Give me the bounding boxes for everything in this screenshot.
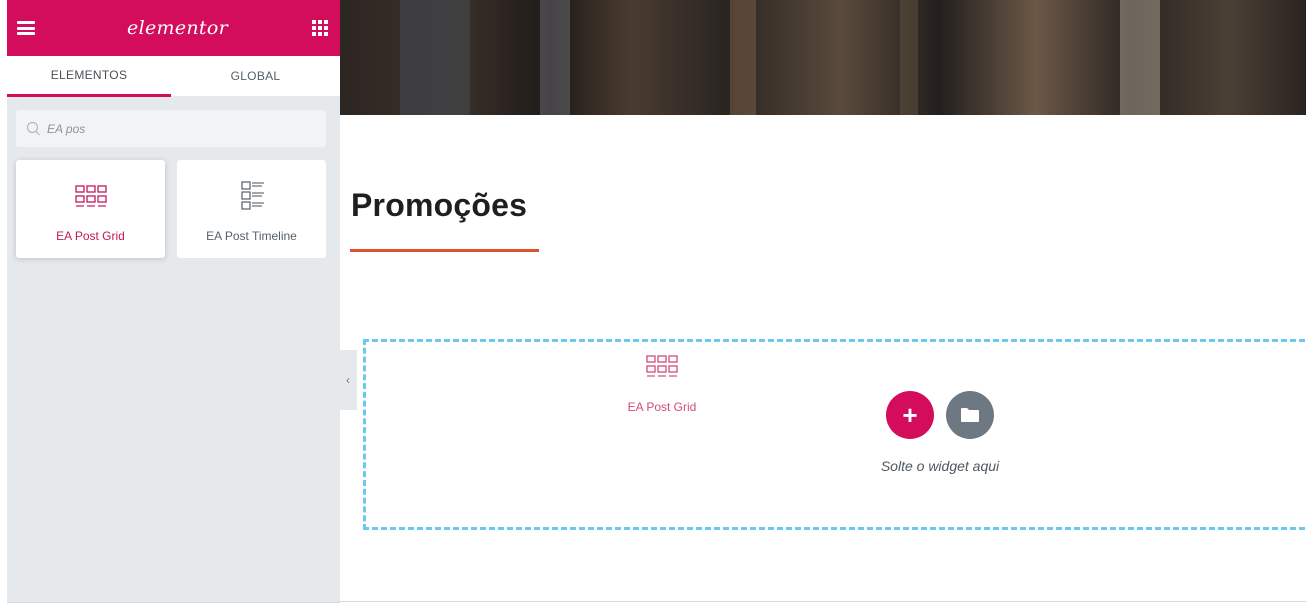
tab-global[interactable]: GLOBAL	[171, 56, 340, 97]
drop-zone[interactable]	[363, 339, 1306, 530]
canvas-bottom-border	[340, 601, 1306, 602]
drag-preview-label: EA Post Grid	[627, 400, 697, 414]
menu-icon[interactable]	[17, 21, 35, 35]
panel-header: elementor	[7, 0, 340, 56]
chevron-left-icon: ‹	[346, 373, 350, 387]
widgets-grid-icon[interactable]	[311, 20, 328, 36]
add-section-button[interactable]: +	[886, 391, 934, 439]
dragged-widget-preview: EA Post Grid	[588, 340, 736, 434]
hero-image	[340, 0, 1306, 115]
widget-ea-post-grid[interactable]: EA Post Grid	[16, 160, 165, 258]
search-input[interactable]	[47, 121, 307, 136]
folder-icon	[961, 408, 979, 422]
plus-icon: +	[902, 400, 918, 430]
widget-ea-post-timeline[interactable]: EA Post Timeline	[177, 160, 326, 258]
panel-tabs: ELEMENTOS GLOBAL	[7, 56, 340, 97]
search-box	[16, 110, 326, 147]
heading-underline	[350, 249, 539, 252]
tab-elementos[interactable]: ELEMENTOS	[7, 56, 171, 97]
post-grid-icon	[74, 179, 108, 213]
elementor-logo: elementor	[127, 17, 228, 39]
collapse-panel-handle[interactable]: ‹	[339, 350, 357, 410]
post-grid-icon	[645, 353, 679, 388]
drop-zone-text: Solte o widget aqui	[880, 458, 1000, 474]
widget-label: EA Post Timeline	[206, 229, 297, 243]
page-heading: Promoções	[351, 187, 528, 223]
post-timeline-icon	[235, 179, 269, 213]
elementor-panel: elementor ELEMENTOS GLOBAL EA Post Grid	[7, 0, 340, 603]
add-template-button[interactable]	[946, 391, 994, 439]
widget-label: EA Post Grid	[56, 229, 125, 243]
search-icon	[26, 121, 41, 136]
